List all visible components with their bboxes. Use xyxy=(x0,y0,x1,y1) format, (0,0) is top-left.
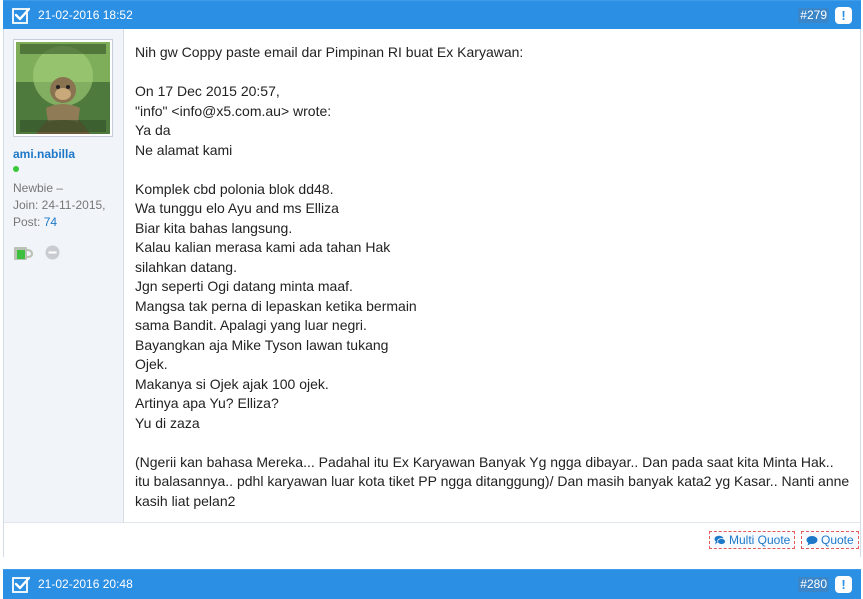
username-link[interactable]: ami.nabilla xyxy=(13,147,75,161)
post-number-link[interactable]: #280 xyxy=(798,577,829,592)
message-line: Biar kita bahas langsung. xyxy=(135,219,293,236)
quote-label: Quote xyxy=(821,533,854,547)
post-number-link[interactable]: #279 xyxy=(798,8,829,23)
post-header: 21-02-2016 18:52 #279 ! xyxy=(3,0,861,29)
user-post-count: Post: 74 xyxy=(13,214,106,231)
message-line: Jgn seperti Ogi datang minta maaf. xyxy=(135,278,353,294)
message-line: sama Bandit. Apalagi yang luar negri. xyxy=(135,317,367,333)
post-message: Nih gw Coppy paste email dar Pimpinan RI… xyxy=(135,43,850,511)
post-body: ami.nabilla Newbie – Join: 24-11-2015, P… xyxy=(3,29,861,557)
message-line: Ya da xyxy=(135,122,171,138)
message-line: "info" <info@x5.com.au> wrote: xyxy=(135,102,332,119)
post-count-label: Post: xyxy=(13,215,44,229)
speech-bubble-icon xyxy=(714,535,726,545)
multi-quote-button[interactable]: Multi Quote xyxy=(709,531,796,549)
message-paragraph: (Ngerii kan bahasa Mereka... Padahal itu… xyxy=(135,453,850,509)
message-line: Ne alamat kami xyxy=(135,141,233,158)
checkbox-checked-icon[interactable] xyxy=(12,7,31,24)
avatar[interactable] xyxy=(13,39,113,137)
message-line: Ojek. xyxy=(135,356,168,372)
online-status-dot xyxy=(13,166,19,172)
post-footer: Multi Quote Quote xyxy=(4,522,860,557)
multi-quote-label: Multi Quote xyxy=(729,533,791,547)
user-join-date: Join: 24-11-2015, xyxy=(13,198,106,212)
minus-circle-badge-icon xyxy=(45,245,60,260)
post-header: 21-02-2016 20:48 #280 ! xyxy=(3,569,861,599)
quote-button[interactable]: Quote xyxy=(801,531,859,549)
post-date: 21-02-2016 20:48 xyxy=(38,577,133,591)
cup-badge-icon xyxy=(13,244,34,261)
message-line: Kalau kalian merasa kami ada tahan Hak xyxy=(135,239,391,255)
avatar-image xyxy=(16,42,110,134)
message-line: Wa tunggu elo Ayu and ms Elliza xyxy=(135,200,339,216)
message-line: Makanya si Ojek ajak 100 ojek. xyxy=(135,375,329,392)
message-line: Komplek cbd polonia blok dd48. xyxy=(135,180,334,197)
user-rank: Newbie – xyxy=(13,181,64,195)
message-line: Nih gw Coppy paste email dar Pimpinan RI… xyxy=(135,44,524,60)
message-line: silahkan datang. xyxy=(135,258,237,275)
post-count-value[interactable]: 74 xyxy=(44,215,57,229)
post-date: 21-02-2016 18:52 xyxy=(38,8,133,22)
message-line: Bayangkan aja Mike Tyson lawan tukang xyxy=(135,336,389,353)
exclamation-icon[interactable]: ! xyxy=(835,576,852,593)
message-line: Artinya apa Yu? Elliza? xyxy=(135,395,279,411)
user-info-panel: ami.nabilla Newbie – Join: 24-11-2015, P… xyxy=(4,29,124,522)
speech-bubble-icon xyxy=(806,535,818,545)
message-line: Mangsa tak perna di lepaskan ketika berm… xyxy=(135,297,417,314)
message-line: Yu di zaza xyxy=(135,414,200,431)
message-line: On 17 Dec 2015 20:57, xyxy=(135,83,280,99)
checkbox-checked-icon[interactable] xyxy=(12,576,31,593)
user-meta: Newbie – Join: 24-11-2015, Post: 74 xyxy=(13,180,106,231)
exclamation-icon[interactable]: ! xyxy=(835,7,852,24)
